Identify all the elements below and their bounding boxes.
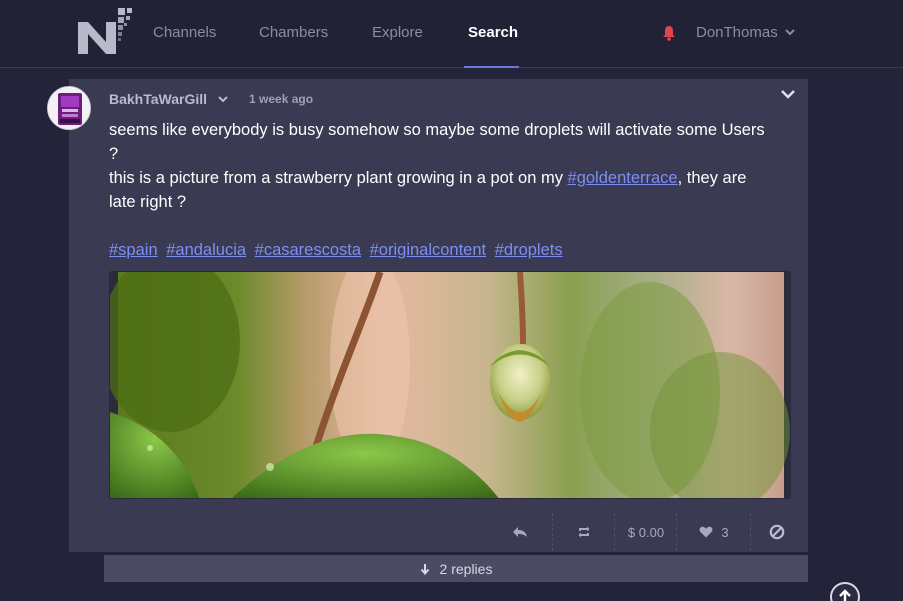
hashtag-link[interactable]: #spain xyxy=(109,241,158,259)
like-count: 3 xyxy=(721,524,729,540)
author-avatar[interactable] xyxy=(47,86,91,130)
reblog-button[interactable] xyxy=(554,513,614,551)
reply-button[interactable] xyxy=(490,513,550,551)
app-logo[interactable] xyxy=(76,4,134,60)
post-body: seems like everybody is busy somehow so … xyxy=(109,118,789,214)
divider xyxy=(614,513,615,551)
collapse-chevron-icon[interactable] xyxy=(780,88,796,100)
notification-bell-icon[interactable] xyxy=(662,25,676,41)
divider xyxy=(750,513,751,551)
payout-value[interactable]: $ 0.00 xyxy=(616,513,676,551)
nav-explore[interactable]: Explore xyxy=(372,24,423,41)
nav-channels[interactable]: Channels xyxy=(153,24,216,41)
hashtag-link[interactable]: #andalucia xyxy=(166,241,246,259)
post-text-line: this is a picture from a strawberry plan… xyxy=(109,169,747,187)
post-image[interactable] xyxy=(109,271,791,499)
chevron-down-icon[interactable] xyxy=(218,95,228,103)
reblog-icon xyxy=(578,526,590,538)
nav-chambers[interactable]: Chambers xyxy=(259,24,328,41)
reply-icon xyxy=(513,527,527,537)
top-navbar: Channels Chambers Explore Search DonThom… xyxy=(0,0,903,68)
nav-search[interactable]: Search xyxy=(468,24,518,41)
divider xyxy=(676,513,677,551)
replies-label: 2 replies xyxy=(439,560,493,577)
post-text-line: seems like everybody is busy somehow so … xyxy=(109,121,765,139)
arrow-up-icon xyxy=(839,589,851,601)
active-tab-indicator xyxy=(464,66,519,68)
hashtag-link[interactable]: #originalcontent xyxy=(370,241,487,259)
hashtag-link[interactable]: #droplets xyxy=(495,241,563,259)
block-icon xyxy=(769,524,785,540)
post-author[interactable]: BakhTaWarGill xyxy=(109,91,207,107)
scroll-to-top-button[interactable] xyxy=(830,582,860,601)
post-text-line: late right ? xyxy=(109,193,187,211)
mute-button[interactable] xyxy=(752,513,802,551)
hashtag-list: #spain #andalucia #casarescosta #origina… xyxy=(109,238,567,262)
like-button[interactable]: 3 xyxy=(678,513,750,551)
user-menu[interactable]: DonThomas xyxy=(696,24,778,41)
hashtag-link[interactable]: #goldenterrace xyxy=(568,169,678,187)
post-text-line: ? xyxy=(109,145,119,163)
divider xyxy=(552,513,553,551)
post-timestamp[interactable]: 1 week ago xyxy=(249,92,313,106)
hashtag-link[interactable]: #casarescosta xyxy=(255,241,361,259)
post-actions: $ 0.00 3 xyxy=(490,513,802,551)
heart-icon xyxy=(699,526,713,538)
show-replies-button[interactable]: 2 replies xyxy=(104,555,808,582)
arrow-down-icon xyxy=(420,563,429,575)
chevron-down-icon[interactable] xyxy=(785,28,795,36)
